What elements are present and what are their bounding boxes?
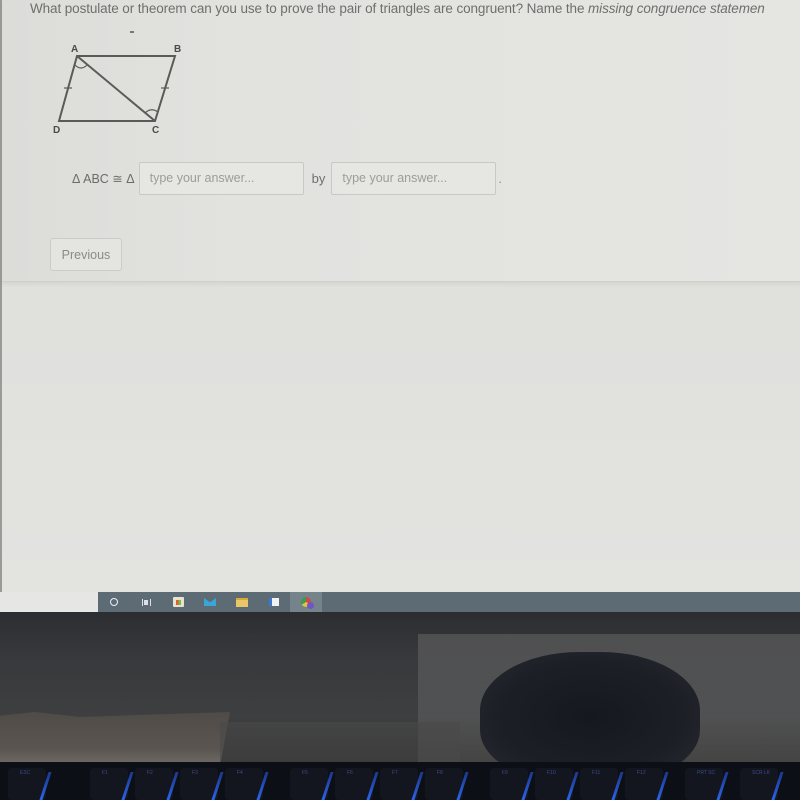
key-label: F9 (502, 770, 508, 776)
congruence-statement: Δ ABC ≅ Δ (72, 171, 135, 186)
question-card: What postulate or theorem can you use to… (2, 0, 800, 282)
triangle-diagram: A B C D (47, 31, 197, 136)
windows-taskbar (0, 592, 800, 612)
task-view-icon[interactable] (130, 592, 162, 612)
file-explorer-icon[interactable] (226, 592, 258, 612)
monitor-screen: What postulate or theorem can you use to… (0, 0, 800, 592)
vertex-label-a: A (71, 44, 78, 55)
key-label: SCR LK (752, 770, 771, 776)
diagonal-ac (76, 55, 156, 122)
postulate-answer-input[interactable] (331, 161, 497, 195)
key-label: F3 (192, 770, 198, 776)
key-label: F11 (592, 770, 601, 776)
vertex-label-c: C (152, 125, 159, 136)
key-label: F10 (547, 770, 556, 776)
question-italic: missing congruence statemen (588, 1, 765, 16)
question-text: What postulate or theorem can you use to… (30, 1, 765, 16)
key-label: F6 (347, 770, 353, 776)
chrome-icon[interactable] (290, 592, 322, 612)
key-label: F4 (237, 770, 243, 776)
key-label: F12 (637, 770, 646, 776)
key-label: F1 (102, 770, 108, 776)
answer-row: Δ ABC ≅ Δ by . (72, 161, 502, 195)
key-label: PRT SC (697, 770, 716, 776)
key-label: ESC (20, 770, 31, 776)
key-label: F8 (437, 770, 443, 776)
vertex-label-b: B (174, 44, 181, 55)
app-window-icon[interactable] (258, 592, 290, 612)
monitor-bezel-reflection (0, 612, 800, 784)
period-mark: . (498, 170, 502, 186)
triangle-answer-input[interactable] (138, 161, 304, 195)
vertex-label-d: D (53, 125, 60, 136)
angle-arc-a (74, 64, 88, 69)
mail-icon[interactable] (194, 592, 226, 612)
cortana-search-icon[interactable] (98, 592, 130, 612)
question-main: What postulate or theorem can you use to… (30, 1, 589, 16)
key-label: F2 (147, 770, 153, 776)
previous-button[interactable]: Previous (50, 238, 122, 271)
angle-arc-c (144, 109, 159, 114)
parallelogram-figure: A B C D (53, 31, 181, 136)
taskbar-icon-strip (98, 592, 800, 612)
microsoft-store-icon[interactable] (162, 592, 194, 612)
by-label: by (311, 170, 326, 186)
key-label: F5 (302, 770, 308, 776)
key-label: F7 (392, 770, 398, 776)
keyboard: ESC F1 F2 F3 F4 F5 F6 F7 F8 F9 F10 F11 F12 PRT SC SCR … (0, 762, 800, 800)
